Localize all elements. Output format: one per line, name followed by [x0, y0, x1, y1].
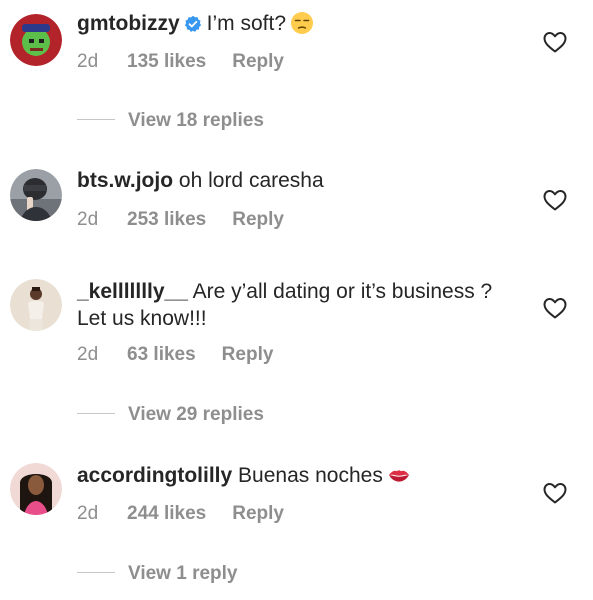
view-replies-link[interactable]: View 18 replies: [77, 110, 264, 132]
like-heart-icon[interactable]: [542, 296, 568, 320]
reply-button[interactable]: Reply: [232, 503, 284, 525]
avatar[interactable]: [10, 279, 62, 331]
comment-likes-count[interactable]: 244 likes: [127, 503, 206, 525]
avatar[interactable]: [10, 463, 62, 515]
comment-text: I’m soft?: [206, 12, 287, 35]
like-heart-icon[interactable]: [542, 481, 568, 505]
reply-button[interactable]: Reply: [222, 344, 274, 366]
view-replies-link[interactable]: View 1 reply: [77, 563, 238, 585]
comment-meta: 2d 253 likes Reply: [77, 209, 284, 231]
comment-likes-count[interactable]: 63 likes: [127, 344, 196, 366]
comment-text-block: accordingtolilly Buenas noches: [77, 462, 517, 489]
comment-meta: 2d 135 likes Reply: [77, 51, 284, 73]
comment-likes-count[interactable]: 135 likes: [127, 51, 206, 73]
like-heart-icon[interactable]: [542, 188, 568, 212]
comment-meta: 2d 63 likes Reply: [77, 344, 273, 366]
comment-username[interactable]: bts.w.jojo: [77, 169, 173, 192]
comment-username[interactable]: _kellllllly__: [77, 280, 188, 303]
avatar-image: [10, 14, 62, 66]
avatar-image: [10, 463, 62, 515]
like-heart-icon[interactable]: [542, 30, 568, 54]
comment-meta: 2d 244 likes Reply: [77, 503, 284, 525]
comment-username[interactable]: accordingtolilly: [77, 464, 232, 487]
comment-text-block: _kellllllly__ Are y’all dating or it’s b…: [77, 278, 517, 332]
comment-text: Buenas noches: [238, 464, 383, 487]
comment-timestamp: 2d: [77, 344, 99, 365]
avatar[interactable]: [10, 169, 62, 221]
replies-divider: [77, 413, 115, 414]
kiss-mark-icon: [387, 463, 411, 487]
comment-timestamp: 2d: [77, 503, 99, 524]
comment-text-block: gmtobizzy I’m soft?: [77, 10, 517, 37]
comment-username[interactable]: gmtobizzy: [77, 12, 180, 35]
view-replies-label: View 29 replies: [128, 404, 264, 425]
replies-divider: [77, 119, 115, 120]
avatar[interactable]: [10, 14, 62, 66]
comment-timestamp: 2d: [77, 209, 99, 230]
comment-text-block: bts.w.jojo oh lord caresha: [77, 167, 517, 194]
replies-divider: [77, 572, 115, 573]
view-replies-link[interactable]: View 29 replies: [77, 404, 264, 426]
comment-text: oh lord caresha: [178, 169, 324, 192]
unamused-face-icon: [290, 11, 314, 35]
view-replies-label: View 18 replies: [128, 110, 264, 131]
avatar-image: [10, 169, 62, 221]
verified-badge-icon: [184, 15, 202, 33]
comment-timestamp: 2d: [77, 51, 99, 72]
comment-likes-count[interactable]: 253 likes: [127, 209, 206, 231]
reply-button[interactable]: Reply: [232, 51, 284, 73]
avatar-image: [10, 279, 62, 331]
view-replies-label: View 1 reply: [128, 563, 238, 584]
reply-button[interactable]: Reply: [232, 209, 284, 231]
